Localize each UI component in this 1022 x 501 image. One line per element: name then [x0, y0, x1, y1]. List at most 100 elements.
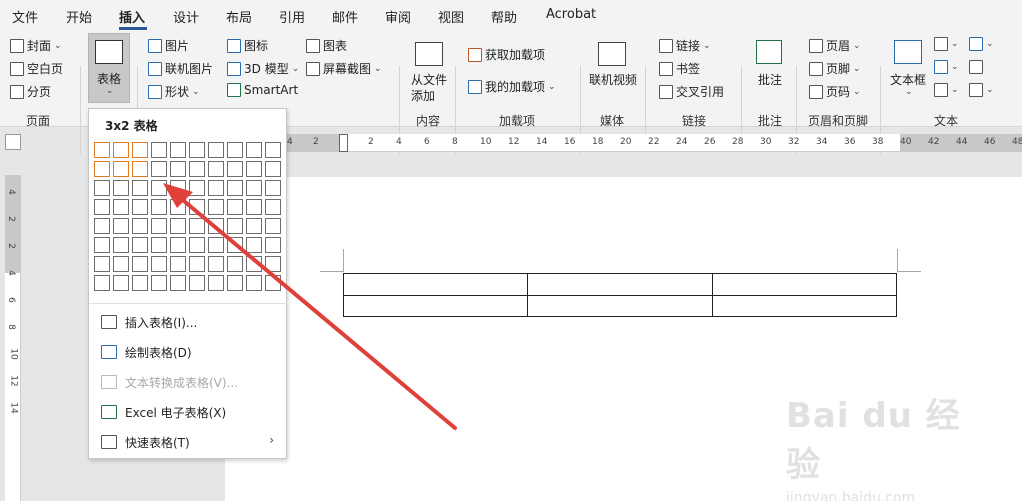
table-grid-cell[interactable] — [227, 142, 243, 158]
bookmark-button[interactable]: 书签 — [659, 60, 700, 77]
table-grid-cell[interactable] — [246, 237, 262, 253]
table-grid-cell[interactable] — [170, 218, 186, 234]
blank-page-button[interactable]: 空白页 — [10, 60, 63, 77]
table-grid-cell[interactable] — [151, 199, 167, 215]
table-grid-cell[interactable] — [246, 256, 262, 272]
table-grid-cell[interactable] — [189, 218, 205, 234]
table-grid-cell[interactable] — [227, 199, 243, 215]
cross-reference-button[interactable]: 交叉引用 — [659, 83, 724, 100]
table-grid-cell[interactable] — [189, 199, 205, 215]
table-grid-cell[interactable] — [151, 161, 167, 177]
insert-table-menu-item[interactable]: 插入表格(I)... — [101, 311, 197, 333]
cover-page-button[interactable]: 封面 ⌄ — [10, 37, 62, 54]
table-grid-cell[interactable] — [132, 237, 148, 253]
table-grid-cell[interactable] — [113, 237, 129, 253]
table-grid-cell[interactable] — [151, 180, 167, 196]
table-grid-cell[interactable] — [208, 218, 224, 234]
online-pictures-button[interactable]: 联机图片 — [148, 60, 213, 77]
table-grid-cell[interactable] — [227, 256, 243, 272]
document-table[interactable] — [342, 273, 898, 317]
chart-button[interactable]: 图表 — [306, 37, 347, 54]
table-grid-cell[interactable] — [113, 142, 129, 158]
page-break-button[interactable]: 分页 — [10, 83, 51, 100]
table-grid-cell[interactable] — [208, 142, 224, 158]
vertical-ruler[interactable]: 4 2 2 4 6 8 10 12 14 — [5, 175, 21, 501]
table-grid-cell[interactable] — [189, 180, 205, 196]
table-grid-cell[interactable] — [265, 256, 281, 272]
icons-button[interactable]: 图标 — [227, 37, 268, 54]
table-grid-cell[interactable] — [132, 142, 148, 158]
table-grid-cell[interactable] — [227, 180, 243, 196]
table-grid-cell[interactable] — [246, 218, 262, 234]
table-grid-cell[interactable] — [132, 199, 148, 215]
table-grid-cell[interactable] — [94, 142, 110, 158]
table-grid-cell[interactable] — [208, 161, 224, 177]
table-grid-cell[interactable] — [170, 142, 186, 158]
tab-mailings[interactable]: 邮件 — [332, 7, 358, 26]
table-grid-cell[interactable] — [113, 199, 129, 215]
table-grid-cell[interactable] — [94, 256, 110, 272]
table-grid-cell[interactable] — [170, 161, 186, 177]
table-grid-cell[interactable] — [94, 161, 110, 177]
table-grid-cell[interactable] — [151, 256, 167, 272]
table-grid-cell[interactable] — [208, 199, 224, 215]
table-grid-cell[interactable] — [151, 218, 167, 234]
from-file-label-line1[interactable]: 从文件 — [411, 71, 447, 88]
screenshot-button[interactable]: 屏幕截图 ⌄ — [306, 60, 382, 77]
table-grid-cell[interactable] — [113, 180, 129, 196]
tab-insert[interactable]: 插入 — [119, 7, 145, 26]
table-grid-cell[interactable] — [246, 180, 262, 196]
wordart-button[interactable]: ⌄ — [934, 60, 959, 74]
text-box-button[interactable]: 文本框 — [890, 71, 926, 88]
table-grid-cell[interactable] — [227, 237, 243, 253]
table-grid-cell[interactable] — [189, 275, 205, 291]
table-grid-cell[interactable] — [265, 218, 281, 234]
excel-spreadsheet-menu-item[interactable]: Excel 电子表格(X) — [101, 401, 226, 423]
tab-help[interactable]: 帮助 — [491, 7, 517, 26]
table-grid-cell[interactable] — [132, 218, 148, 234]
table-cell[interactable] — [711, 273, 898, 296]
table-cell[interactable] — [711, 294, 898, 317]
table-grid-cell[interactable] — [265, 180, 281, 196]
table-grid-cell[interactable] — [170, 275, 186, 291]
3d-models-button[interactable]: 3D 模型 ⌄ — [227, 60, 299, 77]
date-time-button[interactable] — [969, 60, 983, 74]
online-video-button[interactable]: 联机视频 — [589, 71, 637, 88]
table-grid-cell[interactable] — [189, 256, 205, 272]
object-button[interactable]: ⌄ — [969, 83, 994, 97]
table-grid-cell[interactable] — [113, 275, 129, 291]
table-grid-cell[interactable] — [170, 237, 186, 253]
table-grid-cell[interactable] — [151, 237, 167, 253]
table-grid-cell[interactable] — [246, 161, 262, 177]
table-grid-cell[interactable] — [189, 237, 205, 253]
table-cell[interactable] — [342, 294, 529, 317]
table-grid-cell[interactable] — [113, 256, 129, 272]
draw-table-menu-item[interactable]: 绘制表格(D) — [101, 341, 192, 363]
header-button[interactable]: 页眉 ⌄ — [809, 37, 861, 54]
table-grid-cell[interactable] — [227, 218, 243, 234]
table-grid-cell[interactable] — [189, 142, 205, 158]
table-grid-cell[interactable] — [208, 275, 224, 291]
table-grid-cell[interactable] — [170, 199, 186, 215]
table-grid-cell[interactable] — [265, 237, 281, 253]
tab-selector-icon[interactable] — [5, 134, 21, 150]
pictures-button[interactable]: 图片 — [148, 37, 189, 54]
table-cell[interactable] — [342, 273, 529, 296]
tab-layout[interactable]: 布局 — [226, 7, 252, 26]
table-grid-cell[interactable] — [189, 161, 205, 177]
table-grid-cell[interactable] — [265, 275, 281, 291]
table-grid-cell[interactable] — [265, 199, 281, 215]
quick-parts-button[interactable]: ⌄ — [934, 37, 959, 51]
table-grid-cell[interactable] — [151, 142, 167, 158]
signature-line-button[interactable]: ⌄ — [969, 37, 994, 51]
tab-review[interactable]: 审阅 — [385, 7, 411, 26]
quick-tables-menu-item[interactable]: 快速表格(T) › — [101, 431, 282, 453]
table-grid-cell[interactable] — [132, 275, 148, 291]
page-number-button[interactable]: 页码 ⌄ — [809, 83, 861, 100]
table-size-grid[interactable] — [94, 142, 284, 292]
footer-button[interactable]: 页脚 ⌄ — [809, 60, 861, 77]
get-addins-button[interactable]: 获取加载项 — [468, 46, 545, 63]
table-cell[interactable] — [527, 273, 713, 296]
table-grid-cell[interactable] — [132, 180, 148, 196]
comment-button[interactable]: 批注 — [758, 71, 782, 88]
